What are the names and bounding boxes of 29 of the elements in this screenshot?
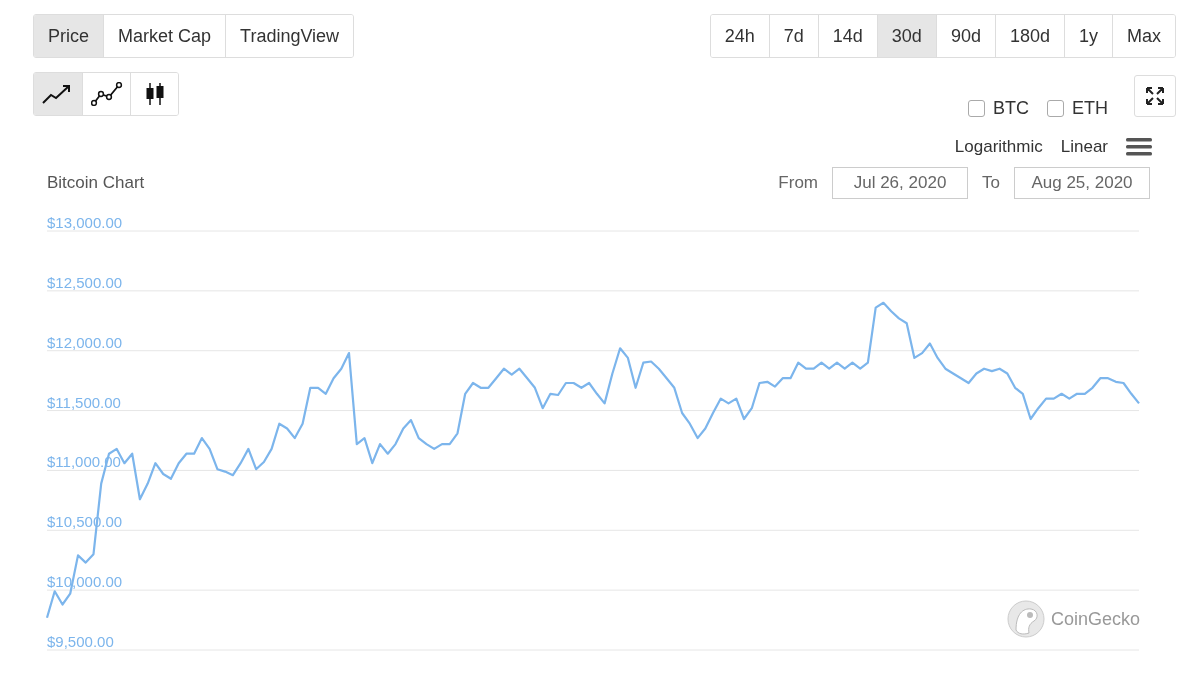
period-button[interactable]: Max: [1112, 15, 1175, 57]
from-label: From: [778, 173, 819, 193]
expand-icon: [1145, 85, 1165, 106]
point-line-icon: [90, 82, 123, 106]
chart-type-button[interactable]: [34, 73, 82, 115]
credit-text: CoinGecko: [1050, 608, 1140, 630]
to-label: To: [982, 173, 1000, 193]
fullscreen-button[interactable]: [1134, 74, 1176, 117]
from-date-field[interactable]: Jul 26, 2020: [832, 167, 969, 199]
candlestick-icon: [144, 81, 165, 107]
period-button[interactable]: 30d: [876, 15, 936, 57]
y-axis-label: $11,500.00: [47, 393, 121, 411]
scale-option[interactable]: Logarithmic: [954, 137, 1043, 157]
scale-option[interactable]: Linear: [1060, 137, 1108, 157]
checkbox-label: BTC: [993, 98, 1029, 119]
y-axis-label: $12,500.00: [47, 273, 123, 291]
chart-type-button[interactable]: [130, 73, 178, 115]
view-tab[interactable]: Price: [34, 15, 103, 57]
checkbox[interactable]: [968, 100, 985, 117]
to-date-field[interactable]: Aug 25, 2020: [1014, 167, 1150, 199]
menu-icon[interactable]: [1126, 137, 1152, 157]
checkbox[interactable]: [1047, 100, 1064, 117]
y-axis-label: $13,000.00: [47, 214, 123, 231]
y-axis-label: $9,500.00: [47, 633, 114, 650]
chart-title: Bitcoin Chart: [47, 173, 145, 193]
checkbox-label: ETH: [1072, 98, 1108, 119]
gecko-logo-icon: [1006, 600, 1045, 638]
y-axis-label: $12,000.00: [47, 333, 123, 351]
view-tab[interactable]: TradingView: [225, 15, 354, 57]
